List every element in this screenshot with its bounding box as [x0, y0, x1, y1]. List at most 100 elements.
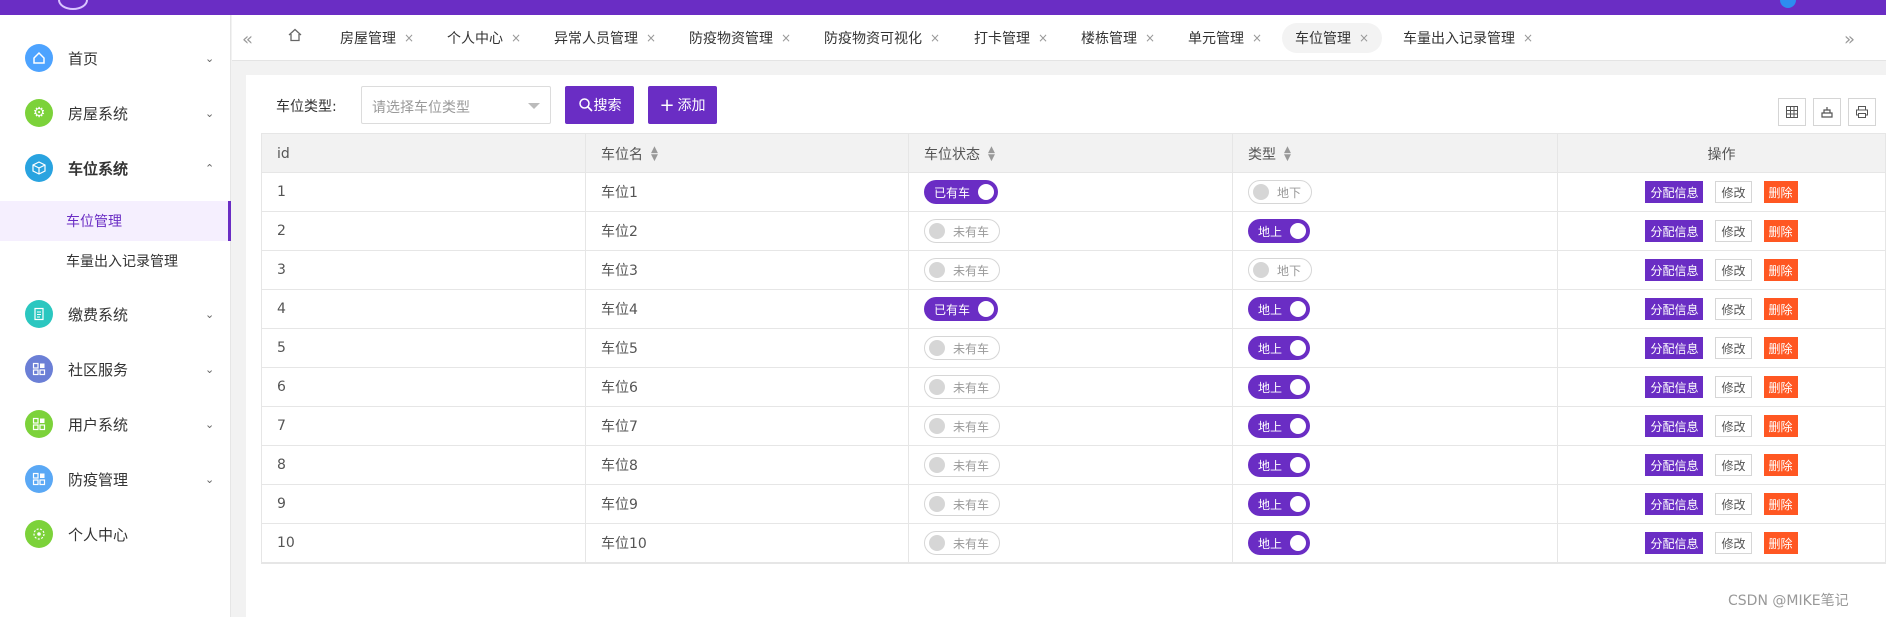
- status-toggle[interactable]: 已有车: [924, 297, 999, 321]
- assign-info-button[interactable]: 分配信息: [1645, 493, 1704, 515]
- sidebar-item-payment[interactable]: 缴费系统 ⌄: [0, 292, 231, 336]
- edit-button[interactable]: 修改: [1715, 337, 1752, 359]
- delete-button[interactable]: 删除: [1763, 298, 1798, 320]
- search-button[interactable]: 搜索: [565, 86, 634, 124]
- status-toggle[interactable]: 未有车: [924, 258, 1001, 282]
- home-tab-icon[interactable]: [287, 27, 303, 48]
- status-toggle[interactable]: 未有车: [924, 219, 1001, 243]
- edit-button[interactable]: 修改: [1715, 298, 1752, 320]
- column-header-type[interactable]: 类型 ▲ ▼: [1233, 134, 1558, 173]
- sidebar-item-home[interactable]: 首页 ⌄: [0, 36, 231, 80]
- delete-button[interactable]: 删除: [1763, 532, 1798, 554]
- cell-text: 车位5: [601, 341, 638, 357]
- sidebar-item-profile[interactable]: 个人中心: [0, 512, 231, 556]
- parking-type-select[interactable]: 请选择车位类型: [361, 86, 551, 124]
- close-icon[interactable]: ×: [1038, 31, 1048, 45]
- type-toggle[interactable]: 地上: [1248, 414, 1311, 438]
- delete-button[interactable]: 删除: [1763, 415, 1798, 437]
- assign-info-button[interactable]: 分配信息: [1645, 454, 1704, 476]
- type-toggle[interactable]: 地下: [1248, 180, 1313, 204]
- close-icon[interactable]: ×: [1252, 31, 1262, 45]
- close-icon[interactable]: ×: [930, 31, 940, 45]
- tab-vehicle-log[interactable]: 车量出入记录管理 ×: [1395, 23, 1541, 53]
- status-toggle[interactable]: 已有车: [924, 180, 999, 204]
- type-toggle[interactable]: 地上: [1248, 375, 1311, 399]
- tab-checkin[interactable]: 打卡管理 ×: [966, 23, 1056, 53]
- edit-button[interactable]: 修改: [1715, 259, 1752, 281]
- sort-icon[interactable]: ▲ ▼: [651, 145, 658, 162]
- assign-info-button[interactable]: 分配信息: [1645, 415, 1704, 437]
- sidebar-item-parking[interactable]: 车位系统 ⌃: [0, 146, 231, 190]
- type-toggle[interactable]: 地上: [1248, 219, 1311, 243]
- add-button[interactable]: + 添加: [648, 86, 717, 124]
- tab-units[interactable]: 单元管理 ×: [1180, 23, 1270, 53]
- tab-supplies-visualization[interactable]: 防疫物资可视化 ×: [816, 23, 948, 53]
- type-toggle[interactable]: 地上: [1248, 297, 1311, 321]
- tabs-scroll-left-icon[interactable]: «: [242, 29, 253, 50]
- assign-info-button[interactable]: 分配信息: [1645, 298, 1704, 320]
- sidebar-item-housing[interactable]: ⚙ 房屋系统 ⌄: [0, 91, 231, 135]
- tab-abnormal-persons[interactable]: 异常人员管理 ×: [546, 23, 664, 53]
- sort-icon[interactable]: ▲ ▼: [988, 145, 995, 162]
- close-icon[interactable]: ×: [1145, 31, 1155, 45]
- sidebar-subitem-vehicle-log[interactable]: 车量出入记录管理: [0, 241, 231, 281]
- edit-button[interactable]: 修改: [1715, 454, 1752, 476]
- close-icon[interactable]: ×: [404, 31, 414, 45]
- status-toggle[interactable]: 未有车: [924, 414, 1001, 438]
- sidebar-item-community[interactable]: 社区服务 ⌄: [0, 347, 231, 391]
- assign-info-button[interactable]: 分配信息: [1645, 220, 1704, 242]
- delete-button[interactable]: 删除: [1763, 454, 1798, 476]
- edit-button[interactable]: 修改: [1715, 493, 1752, 515]
- close-icon[interactable]: ×: [646, 31, 656, 45]
- columns-icon[interactable]: [1778, 98, 1806, 126]
- type-toggle[interactable]: 地上: [1248, 453, 1311, 477]
- assign-info-button[interactable]: 分配信息: [1645, 259, 1704, 281]
- status-toggle[interactable]: 未有车: [924, 492, 1001, 516]
- sort-icon[interactable]: ▲ ▼: [1284, 145, 1291, 162]
- status-toggle[interactable]: 未有车: [924, 531, 1001, 555]
- tabs-scroll-right-icon[interactable]: »: [1844, 29, 1855, 50]
- delete-button[interactable]: 删除: [1763, 220, 1798, 242]
- delete-button[interactable]: 删除: [1763, 337, 1798, 359]
- type-toggle[interactable]: 地上: [1248, 492, 1311, 516]
- delete-button[interactable]: 删除: [1763, 259, 1798, 281]
- assign-info-button[interactable]: 分配信息: [1645, 376, 1704, 398]
- column-header-status[interactable]: 车位状态 ▲ ▼: [909, 134, 1233, 173]
- close-icon[interactable]: ×: [1523, 31, 1533, 45]
- status-toggle[interactable]: 未有车: [924, 375, 1001, 399]
- cell-name: 车位6: [586, 368, 909, 406]
- print-icon[interactable]: [1848, 98, 1876, 126]
- type-toggle[interactable]: 地上: [1248, 531, 1311, 555]
- delete-button[interactable]: 删除: [1763, 493, 1798, 515]
- close-icon[interactable]: ×: [781, 31, 791, 45]
- delete-button[interactable]: 删除: [1763, 181, 1798, 203]
- edit-button[interactable]: 修改: [1715, 220, 1752, 242]
- tab-profile[interactable]: 个人中心 ×: [439, 23, 529, 53]
- status-toggle[interactable]: 未有车: [924, 336, 1001, 360]
- export-icon[interactable]: [1813, 98, 1841, 126]
- type-toggle[interactable]: 地上: [1248, 336, 1311, 360]
- sidebar-subitem-parking-management[interactable]: 车位管理: [0, 201, 231, 241]
- cell-id: 7: [262, 407, 586, 445]
- assign-info-button[interactable]: 分配信息: [1645, 532, 1704, 554]
- delete-button[interactable]: 删除: [1763, 376, 1798, 398]
- tab-parking-management[interactable]: 车位管理 ×: [1282, 23, 1383, 53]
- assign-info-button[interactable]: 分配信息: [1645, 337, 1704, 359]
- tab-housing[interactable]: 房屋管理 ×: [332, 23, 422, 53]
- column-header-name[interactable]: 车位名 ▲ ▼: [586, 134, 909, 173]
- edit-button[interactable]: 修改: [1715, 415, 1752, 437]
- edit-button[interactable]: 修改: [1715, 181, 1752, 203]
- sidebar-item-epidemic[interactable]: 防疫管理 ⌄: [0, 457, 231, 501]
- close-icon[interactable]: ×: [511, 31, 521, 45]
- edit-button[interactable]: 修改: [1715, 376, 1752, 398]
- avatar[interactable]: [1780, 0, 1796, 8]
- sidebar-item-users[interactable]: 用户系统 ⌄: [0, 402, 231, 446]
- tab-supplies[interactable]: 防疫物资管理 ×: [681, 23, 799, 53]
- close-icon[interactable]: ×: [1359, 31, 1369, 45]
- tab-buildings[interactable]: 楼栋管理 ×: [1073, 23, 1163, 53]
- assign-info-button[interactable]: 分配信息: [1645, 181, 1704, 203]
- type-toggle[interactable]: 地下: [1248, 258, 1313, 282]
- status-toggle[interactable]: 未有车: [924, 453, 1001, 477]
- sidebar-item-label: 社区服务: [68, 360, 129, 379]
- edit-button[interactable]: 修改: [1715, 532, 1752, 554]
